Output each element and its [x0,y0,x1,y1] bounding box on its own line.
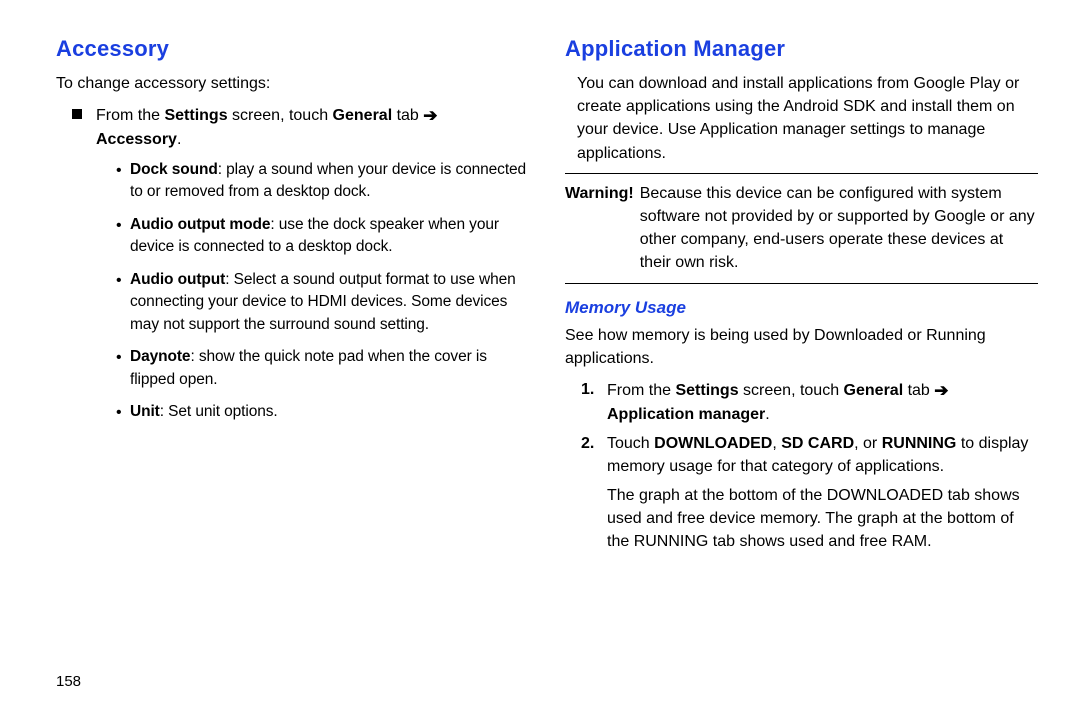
left-column: Accessory To change accessory settings: … [56,36,529,554]
divider [565,283,1038,284]
text: From the [607,382,675,399]
option-desc: : Set unit options. [160,403,278,420]
accessory-nav-text: From the Settings screen, touch General … [96,103,438,151]
accessory-label: Accessory [96,131,177,148]
step-2-continuation: The graph at the bottom of the DOWNLOADE… [607,484,1038,554]
app-manager-heading: Application Manager [565,36,1038,62]
list-item: Audio output mode: use the dock speaker … [116,214,529,259]
list-item: Audio output: Select a sound output form… [116,269,529,336]
text: screen, touch [228,107,333,124]
warning-label: Warning! [565,182,634,275]
option-name: Unit [130,403,160,420]
text: , or [854,435,882,452]
sdcard-label: SD CARD [781,435,854,452]
text: From the [96,107,164,124]
accessory-options-list: Dock sound: play a sound when your devic… [116,159,529,424]
step-number: 1. [581,378,607,426]
step-2-text: Touch DOWNLOADED, SD CARD, or RUNNING to… [607,432,1038,478]
accessory-heading: Accessory [56,36,529,62]
memory-usage-intro: See how memory is being used by Download… [565,324,1038,370]
app-manager-label: Application manager [607,406,765,423]
downloaded-label: DOWNLOADED [654,435,772,452]
text: tab [392,107,423,124]
warning-block: Warning! Because this device can be conf… [565,182,1038,275]
settings-label: Settings [164,107,227,124]
list-item: Daynote: show the quick note pad when th… [116,346,529,391]
running-label: RUNNING [882,435,957,452]
text: screen, touch [739,382,844,399]
general-label: General [844,382,904,399]
memory-usage-heading: Memory Usage [565,298,1038,318]
option-name: Audio output [130,271,225,288]
list-item: Dock sound: play a sound when your devic… [116,159,529,204]
page-number: 158 [56,673,81,690]
divider [565,173,1038,174]
step-1: 1. From the Settings screen, touch Gener… [581,378,1038,426]
text: , [772,435,781,452]
arrow-icon: ➔ [423,104,437,129]
option-name: Dock sound [130,161,218,178]
app-manager-intro: You can download and install application… [577,72,1038,165]
general-label: General [333,107,393,124]
text: Touch [607,435,654,452]
two-column-layout: Accessory To change accessory settings: … [56,36,1038,554]
option-name: Daynote [130,348,190,365]
option-name: Audio output mode [130,216,270,233]
step-2: 2. Touch DOWNLOADED, SD CARD, or RUNNING… [581,432,1038,478]
warning-text: Because this device can be configured wi… [640,182,1038,275]
text: . [765,406,769,423]
step-1-text: From the Settings screen, touch General … [607,378,949,426]
manual-page: Accessory To change accessory settings: … [0,0,1080,720]
accessory-nav-step: From the Settings screen, touch General … [72,103,529,151]
square-bullet-icon [72,109,82,119]
accessory-intro: To change accessory settings: [56,72,529,95]
text: tab [903,382,934,399]
text: . [177,131,181,148]
right-column: Application Manager You can download and… [565,36,1038,554]
settings-label: Settings [675,382,738,399]
arrow-icon: ➔ [934,379,948,404]
step-number: 2. [581,432,607,478]
list-item: Unit: Set unit options. [116,401,529,423]
